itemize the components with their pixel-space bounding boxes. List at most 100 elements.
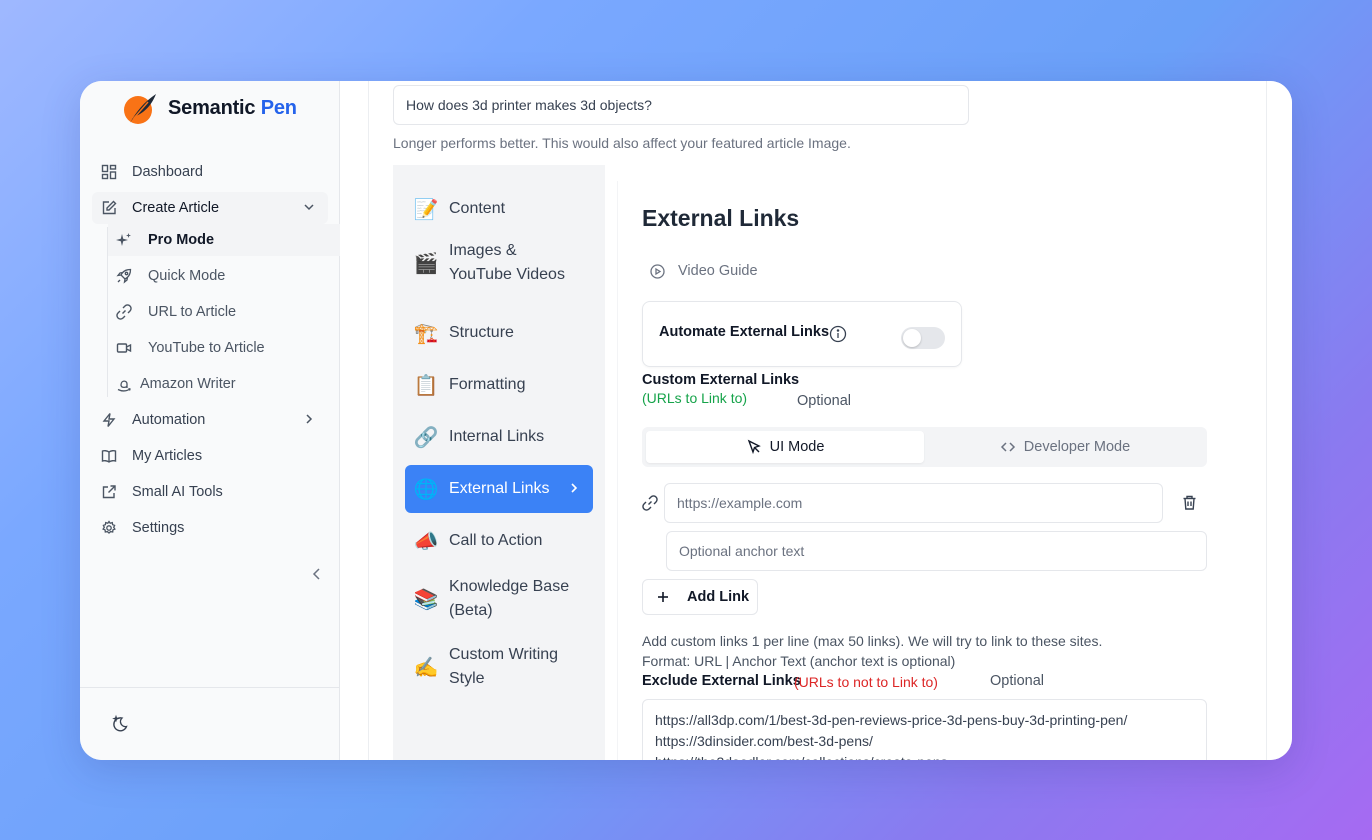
play-circle-icon [650, 263, 665, 279]
automate-label: Automate External Links [659, 324, 830, 340]
settings-nav-label: Internal Links [449, 428, 545, 445]
settings-nav-formatting[interactable]: 📋 Formatting [405, 361, 593, 409]
sidebar-item-quick-mode[interactable]: Quick Mode [108, 260, 340, 292]
external-link-icon [100, 483, 118, 501]
brand-name-part1: Semantic [168, 96, 256, 119]
sidebar-item-small-ai-tools[interactable]: Small AI Tools [92, 476, 328, 508]
topic-input[interactable] [393, 85, 969, 125]
exclude-links-textarea[interactable]: https://all3dp.com/1/best-3d-pen-reviews… [642, 699, 1207, 760]
panel-title: External Links [642, 205, 800, 231]
topic-hint: Longer performs better. This would also … [393, 135, 851, 151]
settings-nav-label-line1: Images & [449, 242, 517, 259]
custom-links-title: Custom External Links [642, 372, 800, 388]
video-icon [116, 340, 132, 356]
collapse-sidebar-icon[interactable] [308, 565, 326, 583]
brand[interactable]: Semantic Pen [122, 91, 297, 125]
brand-name: Semantic Pen [168, 97, 297, 120]
sidebar-item-label: My Articles [132, 448, 203, 464]
settings-nav-label: Structure [449, 324, 514, 341]
sidebar-item-label: Create Article [132, 200, 220, 216]
megaphone-icon: 📣 [413, 530, 439, 553]
settings-nav-content[interactable]: 📝 Content [405, 185, 593, 233]
dashboard-icon [100, 163, 118, 181]
link-emoji-icon: 🔗 [413, 426, 439, 449]
chevron-down-icon [302, 200, 316, 214]
sidebar: Semantic Pen Dashboard Create Article Pr… [80, 81, 340, 760]
sidebar-item-automation[interactable]: Automation [92, 404, 328, 436]
settings-nav-label-line2: (Beta) [449, 602, 493, 619]
settings-nav-label: Images & YouTube Videos [449, 239, 565, 287]
frame-line [368, 81, 369, 760]
settings-nav-internal-links[interactable]: 🔗 Internal Links [405, 413, 593, 461]
ui-mode-button[interactable]: UI Mode [646, 431, 924, 463]
ui-mode-label: UI Mode [769, 439, 825, 455]
construction-icon: 🏗️ [413, 322, 439, 345]
video-guide-link[interactable]: Video Guide [650, 263, 758, 279]
sidebar-item-url-to-article[interactable]: URL to Article [108, 296, 340, 328]
settings-nav-custom-writing-style[interactable]: ✍️ Custom Writing Style [405, 637, 593, 697]
settings-nav-label: Formatting [449, 376, 526, 393]
settings-nav-label: Knowledge Base (Beta) [449, 575, 569, 623]
sidebar-item-label: Dashboard [132, 164, 203, 180]
sidebar-item-dashboard[interactable]: Dashboard [92, 156, 328, 188]
trash-icon[interactable] [1181, 494, 1198, 511]
settings-nav: 📝 Content 🎬 Images & YouTube Videos 🏗️ St… [393, 165, 605, 760]
amazon-icon [116, 376, 132, 392]
exclude-links-title: Exclude External Links [642, 673, 801, 689]
settings-nav-label-line2: YouTube Videos [449, 266, 565, 283]
cursor-icon [746, 439, 762, 455]
book-icon [100, 447, 118, 465]
url-input[interactable] [664, 483, 1163, 523]
feather-logo-icon [122, 90, 158, 126]
info-icon[interactable] [829, 325, 847, 343]
add-link-label: Add Link [687, 589, 750, 605]
custom-links-optional: Optional [797, 393, 852, 409]
settings-nav-structure[interactable]: 🏗️ Structure [405, 309, 593, 357]
sidebar-item-label: Settings [132, 520, 185, 536]
chevron-right-icon [302, 412, 316, 426]
sidebar-item-label: Amazon Writer [140, 376, 236, 392]
writing-hand-icon: ✍️ [413, 656, 439, 679]
settings-nav-external-links[interactable]: 🌐 External Links [405, 465, 593, 513]
link-icon [642, 495, 658, 511]
brand-name-part2: Pen [260, 96, 297, 119]
plus-icon [655, 589, 671, 605]
link-icon [116, 304, 132, 320]
globe-icon: 🌐 [413, 478, 439, 501]
sidebar-divider [80, 687, 340, 688]
exclude-links-optional: Optional [990, 673, 1045, 689]
sidebar-item-youtube-to-article[interactable]: YouTube to Article [108, 332, 340, 364]
sidebar-item-create-article[interactable]: Create Article [92, 192, 328, 224]
developer-mode-button[interactable]: Developer Mode [926, 431, 1204, 463]
main-content: Longer performs better. This would also … [340, 81, 1292, 760]
sparkles-icon [116, 232, 132, 248]
books-icon: 📚 [413, 588, 439, 611]
custom-links-help: Add custom links 1 per line (max 50 link… [642, 633, 1103, 649]
add-link-button[interactable]: Add Link [642, 579, 758, 615]
settings-nav-label: Call to Action [449, 532, 543, 549]
exclude-url-line: https://all3dp.com/1/best-3d-pen-reviews… [655, 712, 1128, 728]
settings-nav-images[interactable]: 🎬 Images & YouTube Videos [405, 237, 593, 289]
settings-nav-call-to-action[interactable]: 📣 Call to Action [405, 517, 593, 565]
clipboard-icon: 📋 [413, 374, 439, 397]
rocket-icon [116, 268, 132, 284]
video-guide-label: Video Guide [678, 263, 758, 279]
bolt-icon [100, 411, 118, 429]
automate-toggle[interactable] [901, 327, 945, 349]
sidebar-item-amazon-writer[interactable]: Amazon Writer [108, 368, 340, 400]
external-links-panel: External Links Video Guide Automate Exte… [617, 181, 1229, 760]
anchor-text-input[interactable] [666, 531, 1207, 571]
settings-nav-label-line1: Knowledge Base [449, 578, 570, 595]
settings-nav-label-line2: Style [449, 670, 485, 687]
sidebar-item-pro-mode[interactable]: Pro Mode [108, 224, 340, 256]
sidebar-item-settings[interactable]: Settings [92, 512, 328, 544]
toggle-knob [903, 329, 921, 347]
code-icon [1000, 439, 1016, 455]
settings-nav-label: Content [449, 200, 506, 217]
custom-links-subtitle: (URLs to Link to) [642, 390, 748, 406]
sidebar-item-my-articles[interactable]: My Articles [92, 440, 328, 472]
exclude-links-subtitle: (URLs to not to Link to) [794, 674, 938, 690]
settings-nav-label: External Links [449, 480, 550, 497]
theme-toggle-icon[interactable] [110, 714, 130, 734]
settings-nav-knowledge-base[interactable]: 📚 Knowledge Base (Beta) [405, 569, 593, 629]
